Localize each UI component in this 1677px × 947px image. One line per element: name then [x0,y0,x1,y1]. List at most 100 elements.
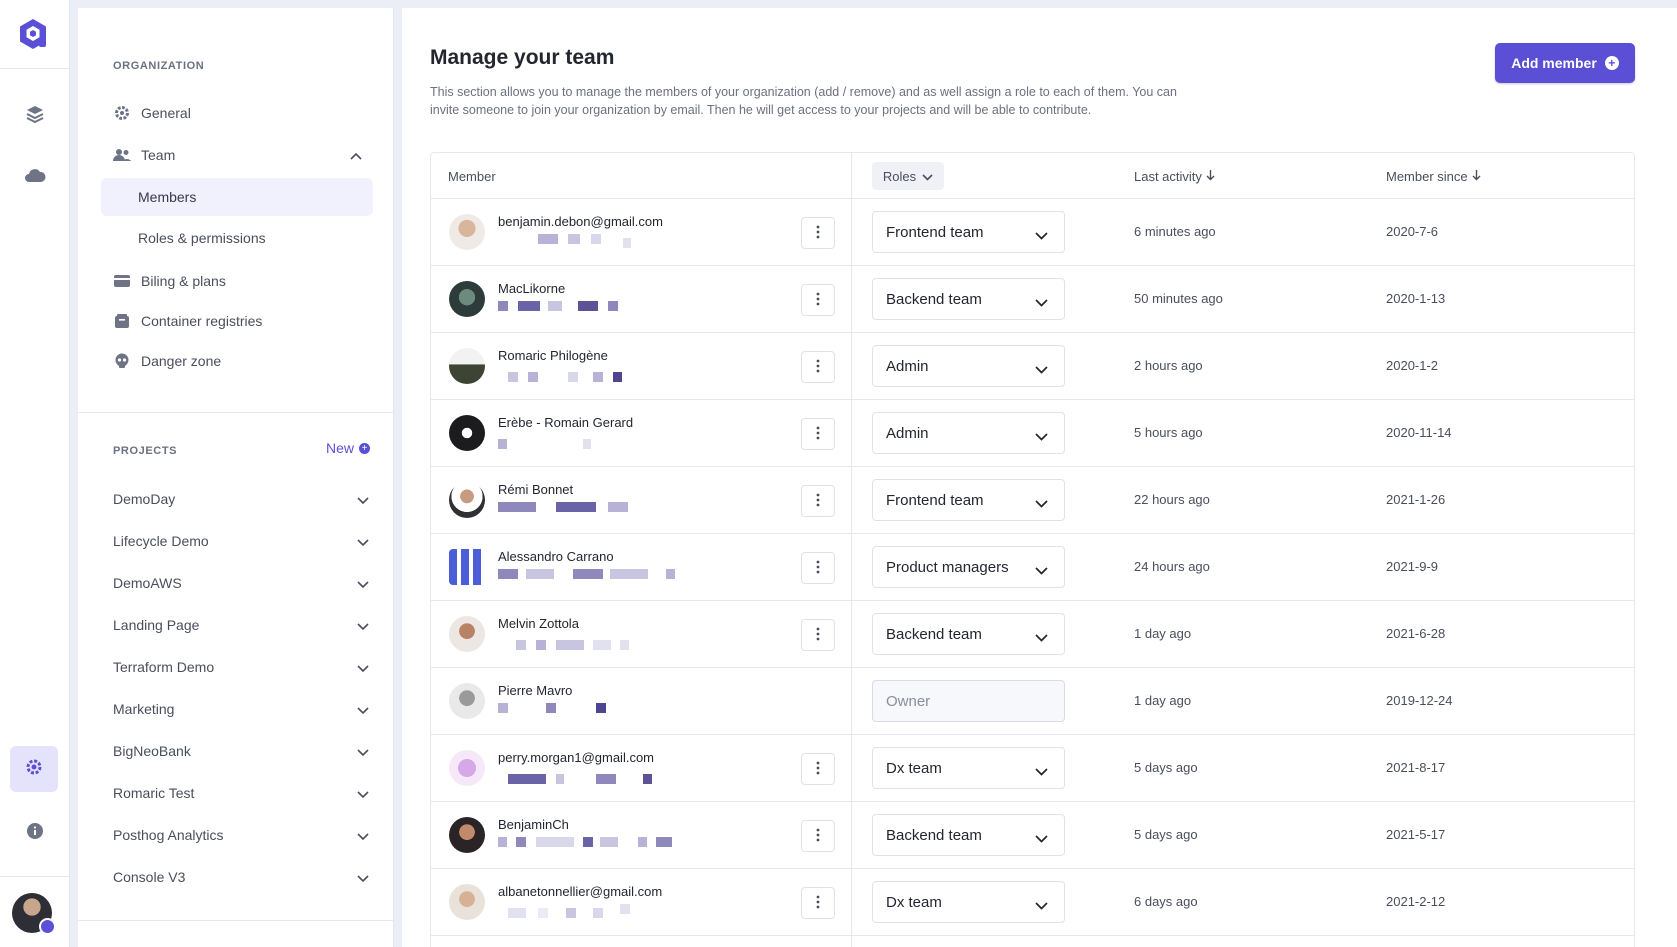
layers-icon[interactable] [22,101,48,127]
project-item[interactable]: Landing Page [113,608,373,642]
role-select-value: Frontend team [886,491,984,509]
project-item[interactable]: BigNeoBank [113,734,373,768]
chevron-down-icon [1035,361,1048,378]
cloud-icon[interactable] [22,163,48,189]
arrow-down-icon [1206,169,1215,184]
member-name: Erèbe - Romain Gerard [498,415,634,430]
member-name: Romaric Philogène [498,348,608,363]
role-select[interactable]: Product managers [872,546,1065,588]
chevron-down-icon[interactable] [357,618,369,634]
role-select[interactable]: Backend team [872,814,1065,856]
add-member-button[interactable]: Add member + [1495,43,1635,83]
member-name: Alessandro Carrano [498,549,614,564]
last-activity: 1 day ago [1134,693,1192,708]
redacted-email [498,368,698,382]
chevron-down-icon[interactable] [357,870,369,886]
last-activity: 5 hours ago [1134,425,1203,440]
add-member-label: Add member [1511,55,1597,71]
roles-filter-button[interactable]: Roles [872,162,944,190]
more-options-button[interactable] [801,887,835,919]
role-select[interactable]: Admin [872,345,1065,387]
more-options-button[interactable] [801,619,835,651]
last-activity: 24 hours ago [1134,559,1210,574]
project-item[interactable]: Console V3 [113,860,373,894]
chevron-down-icon [1035,830,1048,847]
role-select[interactable]: Dx team [872,881,1065,923]
avatar [449,348,485,384]
chevron-down-icon[interactable] [357,702,369,718]
avatar [449,817,485,853]
role-select[interactable]: Admin [872,412,1065,454]
more-options-button[interactable] [801,753,835,785]
project-item[interactable]: Terraform Demo [113,650,373,684]
vertical-dots-icon [816,493,820,510]
project-item[interactable]: DemoDay [113,482,373,516]
chevron-down-icon[interactable] [357,534,369,550]
chevron-down-icon[interactable] [357,786,369,802]
project-item[interactable]: Romaric Test [113,776,373,810]
role-select[interactable]: Frontend team [872,479,1065,521]
role-select[interactable]: Backend team [872,278,1065,320]
project-item[interactable]: DemoAWS [113,566,373,600]
role-select[interactable]: Dx team [872,747,1065,789]
settings-nav-button[interactable] [10,746,58,792]
avatar [449,415,485,451]
last-activity: 22 hours ago [1134,492,1210,507]
chevron-down-icon[interactable] [357,576,369,592]
chevron-down-icon[interactable] [357,828,369,844]
last-activity: 2 hours ago [1134,358,1203,373]
member-since: 2019-12-24 [1386,693,1453,708]
more-options-button[interactable] [801,485,835,517]
more-options-button[interactable] [801,552,835,584]
project-item[interactable]: Marketing [113,692,373,726]
new-project-label: New [326,440,355,456]
sidebar-item-billing[interactable]: Biling & plans [113,264,368,298]
member-since: 2021-8-17 [1386,760,1446,775]
more-options-button[interactable] [801,284,835,316]
role-select[interactable]: Backend team [872,613,1065,655]
sidebar-item-danger-zone[interactable]: Danger zone [113,344,368,378]
table-row: MacLikorne Backend team 50 minutes ago 2… [431,266,1634,333]
user-avatar[interactable] [12,893,56,935]
sort-last-activity[interactable]: Last activity [1134,169,1215,184]
plus-icon: + [359,442,371,454]
icon-rail [0,0,70,947]
new-project-button[interactable]: New + [326,440,371,456]
member-since: 2021-1-26 [1386,492,1446,507]
qovery-logo-icon[interactable] [15,16,51,52]
member-name: albanetonnellier@gmail.com [498,884,663,899]
sidebar-item-members[interactable]: Members [101,178,373,216]
sidebar-item-container-registries[interactable]: Container registries [113,304,368,338]
role-select[interactable]: Frontend team [872,211,1065,253]
more-options-button[interactable] [801,418,835,450]
role-select: Owner [872,680,1065,722]
vertical-dots-icon [816,627,820,644]
more-options-button[interactable] [801,351,835,383]
divider [0,876,70,877]
redacted-email [498,301,698,315]
chevron-down-icon[interactable] [357,744,369,760]
sort-member-since[interactable]: Member since [1386,169,1481,184]
more-options-button[interactable] [801,217,835,249]
role-select-value: Dx team [886,893,942,911]
project-name: DemoDay [113,491,176,507]
info-icon[interactable] [22,818,48,844]
member-name: perry.morgan1@gmail.com [498,750,655,765]
sidebar-item-team[interactable]: Team [113,138,368,172]
project-item[interactable]: Posthog Analytics [113,818,373,852]
sidebar-item-roles-permissions[interactable]: Roles & permissions [101,219,373,257]
chevron-down-icon[interactable] [357,660,369,676]
avatar [449,616,485,652]
box-icon [113,312,131,330]
role-select-value: Backend team [886,826,982,844]
header-member-since-label: Member since [1386,169,1468,184]
vertical-dots-icon [816,359,820,376]
chevron-down-icon[interactable] [357,492,369,508]
role-select-value: Backend team [886,290,982,308]
more-options-button[interactable] [801,820,835,852]
avatar [449,683,485,719]
table-row: Alessandro Carrano Product managers 24 h… [431,534,1634,601]
project-item[interactable]: Lifecycle Demo [113,524,373,558]
vertical-dots-icon [816,225,820,242]
sidebar-item-general[interactable]: General [113,96,368,130]
